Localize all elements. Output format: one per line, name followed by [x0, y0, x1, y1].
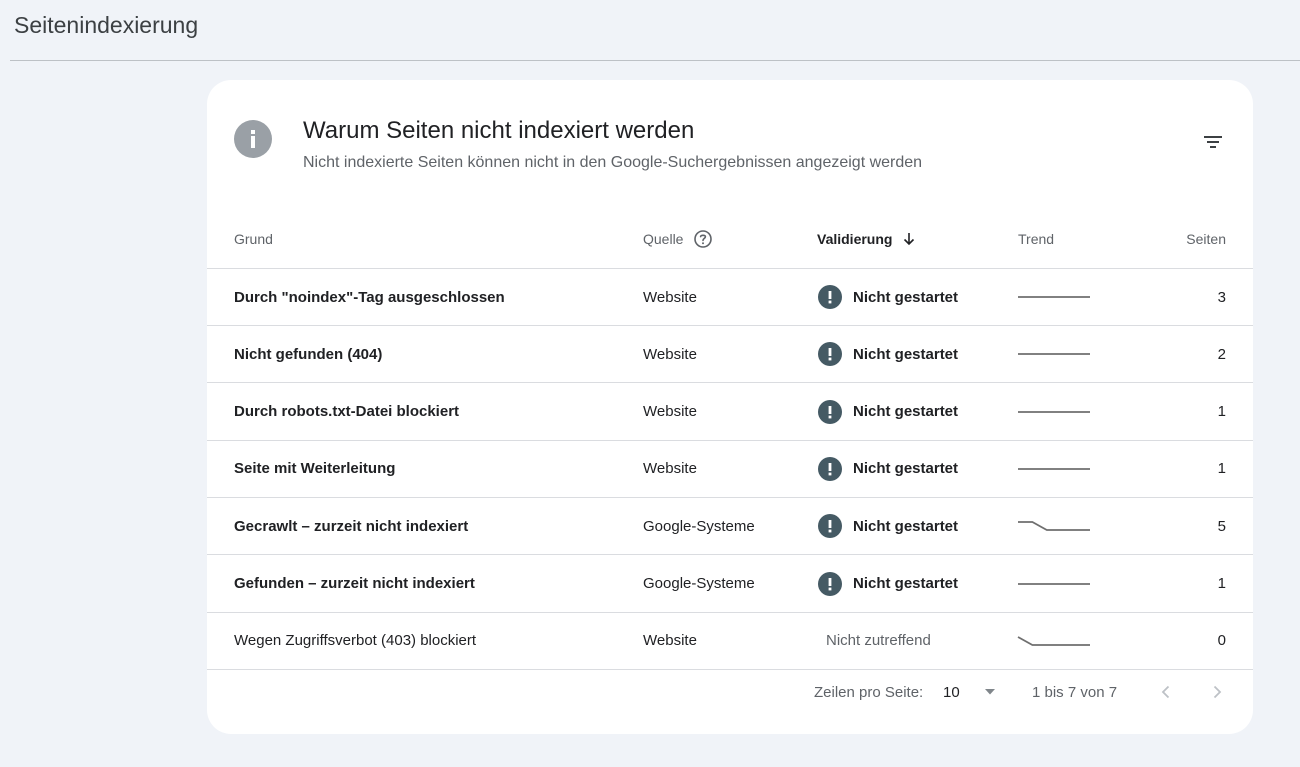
column-header-pages[interactable]: Seiten	[1166, 210, 1226, 268]
row-validation-status: Nicht zutreffend	[818, 613, 931, 669]
row-page-count: 5	[1217, 517, 1226, 535]
row-validation-status: Nicht gestartet	[818, 441, 958, 497]
row-validation-label: Nicht gestartet	[853, 288, 959, 306]
warning-exclamation-icon	[818, 514, 842, 539]
row-validation-label: Nicht gestartet	[853, 403, 959, 421]
row-validation-status: Nicht gestartet	[818, 556, 958, 612]
card-subtitle: Nicht indexierte Seiten können nicht in …	[303, 154, 923, 171]
info-icon	[234, 120, 272, 158]
column-header-validation[interactable]: Validierung	[817, 210, 916, 268]
column-header-source[interactable]: Quelle	[643, 210, 713, 268]
table-pagination: Zeilen pro Seite: 10 1 bis 7 von 7	[207, 670, 1253, 730]
pagination-range: 1 bis 7 von 7	[1032, 683, 1118, 701]
row-source: Website	[643, 288, 697, 306]
page-title: Seitenindexierung	[14, 12, 199, 38]
row-validation-label: Nicht gestartet	[853, 517, 959, 535]
not-indexed-card: Warum Seiten nicht indexiert werden Nich…	[207, 80, 1253, 734]
warning-exclamation-icon	[818, 456, 842, 481]
row-trend-sparkline	[1017, 556, 1093, 612]
row-page-count: 0	[1217, 632, 1226, 650]
table-row[interactable]: Wegen Zugriffsverbot (403) blockiert Webs…	[207, 613, 1253, 670]
row-trend-sparkline	[1017, 613, 1093, 669]
row-source: Google-Systeme	[643, 575, 755, 592]
row-page-count: 1	[1217, 575, 1226, 592]
row-trend-sparkline	[1017, 326, 1093, 382]
row-validation-label: Nicht gestartet	[853, 460, 959, 478]
row-source: Website	[643, 345, 697, 363]
filter-icon	[1204, 136, 1222, 148]
column-header-trend-label: Trend	[1018, 231, 1055, 247]
trend-line	[1018, 521, 1090, 532]
filter-button[interactable]	[1195, 124, 1231, 160]
column-header-reason[interactable]: Grund	[234, 210, 273, 268]
rows-per-page-label: Zeilen pro Seite:	[814, 683, 924, 701]
warning-exclamation-icon	[818, 285, 842, 309]
row-trend-sparkline	[1017, 384, 1093, 440]
row-page-count: 1	[1217, 403, 1226, 421]
table-row[interactable]: Gefunden – zurzeit nicht indexiert Google…	[207, 556, 1253, 613]
row-trend-sparkline	[1017, 498, 1093, 554]
row-trend-sparkline	[1017, 269, 1093, 325]
trend-line	[1017, 636, 1090, 646]
column-header-reason-label: Grund	[234, 231, 273, 247]
dropdown-arrow-icon	[984, 688, 996, 696]
row-validation-status: Nicht gestartet	[818, 498, 958, 554]
row-reason: Nicht gefunden (404)	[234, 345, 383, 363]
row-reason: Gecrawlt – zurzeit nicht indexiert	[234, 517, 469, 535]
warning-exclamation-icon	[818, 571, 842, 596]
help-icon[interactable]	[693, 229, 713, 249]
row-validation-status: Nicht gestartet	[818, 326, 958, 382]
table-header: Grund Quelle Validierung Trend Seiten	[207, 210, 1253, 269]
warning-exclamation-icon	[818, 399, 842, 424]
column-header-trend: Trend	[1018, 210, 1054, 268]
row-reason: Gefunden – zurzeit nicht indexiert	[234, 575, 475, 592]
page-header: Seitenindexierung	[0, 0, 1300, 61]
table-row[interactable]: Seite mit Weiterleitung Website Nicht gest…	[207, 441, 1253, 498]
sort-arrow-down-icon	[902, 232, 916, 246]
chevron-right-icon	[1213, 685, 1222, 699]
row-validation-status: Nicht gestartet	[818, 269, 958, 325]
column-header-validation-label: Validierung	[817, 231, 893, 247]
row-reason: Seite mit Weiterleitung	[234, 460, 396, 478]
card-title: Warum Seiten nicht indexiert werden	[303, 117, 695, 144]
row-page-count: 3	[1217, 288, 1226, 306]
column-header-pages-label: Seiten	[1186, 231, 1226, 247]
table-row[interactable]: Gecrawlt – zurzeit nicht indexiert Google…	[207, 498, 1253, 556]
row-source: Google-Systeme	[643, 517, 755, 535]
row-validation-label: Nicht gestartet	[853, 345, 959, 363]
row-source: Website	[643, 403, 697, 421]
table-row[interactable]: Durch "noindex"-Tag ausgeschlossen Websit…	[207, 269, 1253, 326]
row-validation-label: Nicht gestartet	[853, 575, 959, 592]
row-reason: Durch "noindex"-Tag ausgeschlossen	[234, 288, 505, 306]
row-trend-sparkline	[1017, 441, 1093, 497]
previous-page-button[interactable]	[1150, 676, 1182, 708]
rows-per-page-select[interactable]: 10	[943, 670, 996, 714]
header-divider	[10, 60, 1300, 61]
row-page-count: 2	[1217, 345, 1226, 363]
row-page-count: 1	[1217, 460, 1226, 478]
next-page-button[interactable]	[1201, 676, 1233, 708]
rows-per-page-value: 10	[943, 683, 960, 701]
row-reason: Wegen Zugriffsverbot (403) blockiert	[234, 632, 477, 650]
row-source: Website	[643, 632, 697, 650]
warning-exclamation-icon	[818, 342, 842, 367]
chevron-left-icon	[1161, 685, 1170, 699]
table-row[interactable]: Durch robots.txt-Datei blockiert Website N…	[207, 384, 1253, 441]
table-row[interactable]: Nicht gefunden (404) Website Nicht gestart…	[207, 326, 1253, 384]
row-source: Website	[643, 460, 697, 478]
row-validation-status: Nicht gestartet	[818, 384, 958, 440]
row-reason: Durch robots.txt-Datei blockiert	[234, 403, 460, 421]
column-header-source-label: Quelle	[643, 231, 684, 247]
row-validation-label: Nicht zutreffend	[826, 632, 931, 650]
